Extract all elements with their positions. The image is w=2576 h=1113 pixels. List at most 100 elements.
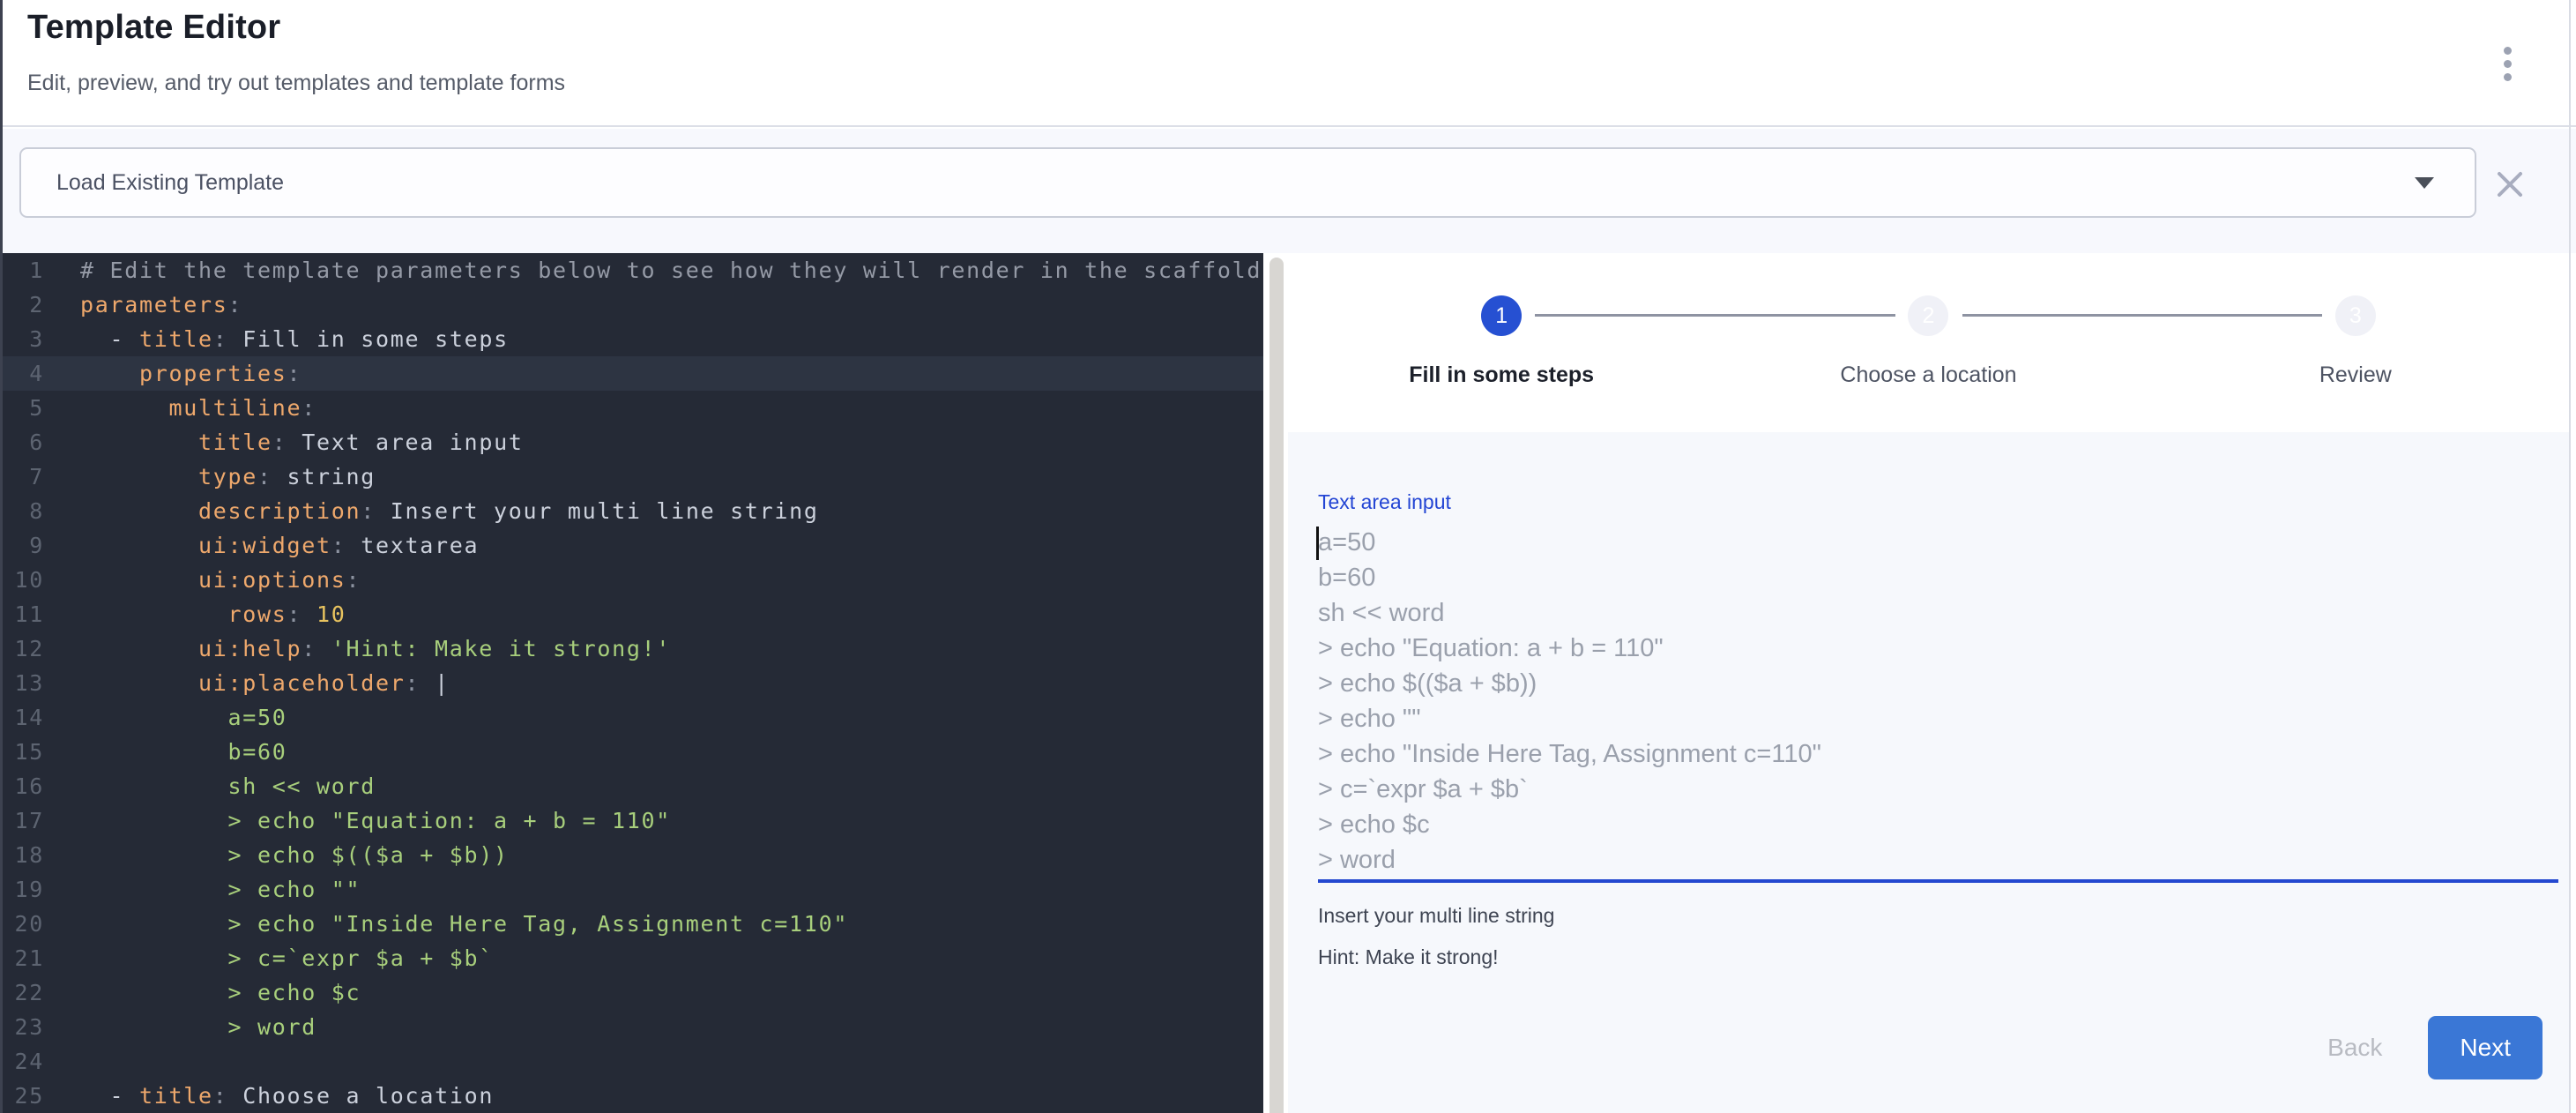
line-number: 15	[3, 735, 52, 769]
textarea-wrap	[1318, 525, 2558, 883]
line-number: 14	[3, 700, 52, 735]
code-line[interactable]: 20 > echo "Inside Here Tag, Assignment c…	[3, 907, 1263, 941]
line-number: 11	[3, 597, 52, 631]
line-number: 1	[3, 253, 52, 288]
code-line[interactable]: 24	[3, 1044, 1263, 1079]
code-line-text: properties:	[52, 356, 302, 391]
code-line[interactable]: 19 > echo ""	[3, 872, 1263, 907]
step-review[interactable]: 3 Review	[2142, 285, 2569, 388]
code-line-text: sh << word	[52, 769, 376, 803]
step-circle-1: 1	[1481, 295, 1522, 336]
line-number: 8	[3, 494, 52, 528]
code-line-text: multiline:	[52, 391, 316, 425]
code-lines: 1# Edit the template parameters below to…	[3, 253, 1263, 1113]
line-number: 25	[3, 1079, 52, 1113]
code-line[interactable]: 18 > echo $(($a + $b))	[3, 838, 1263, 872]
code-line-text: > word	[52, 1010, 316, 1044]
code-line-text: > echo "Equation: a + b = 110"	[52, 803, 671, 838]
code-line-text: b=60	[52, 735, 287, 769]
wizard-actions: Back Next	[2303, 1016, 2542, 1079]
step-choose-a-location[interactable]: 2 Choose a location	[1715, 285, 2141, 388]
back-button[interactable]: Back	[2303, 1018, 2407, 1078]
code-line[interactable]: 9 ui:widget: textarea	[3, 528, 1263, 563]
code-line[interactable]: 13 ui:placeholder: |	[3, 666, 1263, 700]
code-line[interactable]: 14 a=50	[3, 700, 1263, 735]
line-number: 3	[3, 322, 52, 356]
field-description: Insert your multi line string	[1318, 904, 2558, 928]
kebab-menu-icon[interactable]	[2490, 42, 2525, 85]
code-line[interactable]: 12 ui:help: 'Hint: Make it strong!'	[3, 631, 1263, 666]
line-number: 10	[3, 563, 52, 597]
code-line[interactable]: 15 b=60	[3, 735, 1263, 769]
main-content: 1# Edit the template parameters below to…	[3, 253, 2576, 1113]
line-number: 13	[3, 666, 52, 700]
page-right-border	[2569, 0, 2571, 1113]
editor-scrollbar	[1263, 253, 1288, 1113]
line-number: 24	[3, 1044, 52, 1079]
code-line-text: ui:placeholder: |	[52, 666, 450, 700]
code-line-text: description: Insert your multi line stri…	[52, 494, 819, 528]
code-line[interactable]: 10 ui:options:	[3, 563, 1263, 597]
code-line-text: > echo "Inside Here Tag, Assignment c=11…	[52, 907, 848, 941]
code-line-text	[52, 1044, 80, 1079]
code-line[interactable]: 25 - title: Choose a location	[3, 1079, 1263, 1113]
code-line[interactable]: 8 description: Insert your multi line st…	[3, 494, 1263, 528]
line-number: 12	[3, 631, 52, 666]
code-line-text: - title: Fill in some steps	[52, 322, 509, 356]
code-line-text: ui:options:	[52, 563, 361, 597]
line-number: 22	[3, 975, 52, 1010]
line-number: 19	[3, 872, 52, 907]
line-number: 16	[3, 769, 52, 803]
code-line-text: ui:widget: textarea	[52, 528, 479, 563]
line-number: 21	[3, 941, 52, 975]
line-number: 20	[3, 907, 52, 941]
caret-down-icon	[2415, 177, 2434, 189]
step-circle-2: 2	[1908, 295, 1948, 336]
field-label: Text area input	[1318, 490, 2558, 514]
step-label-1: Fill in some steps	[1409, 362, 1594, 388]
page-title: Template Editor	[27, 9, 280, 47]
code-line[interactable]: 17 > echo "Equation: a + b = 110"	[3, 803, 1263, 838]
text-cursor	[1316, 527, 1319, 560]
code-line-text: a=50	[52, 700, 287, 735]
code-line[interactable]: 1# Edit the template parameters below to…	[3, 253, 1263, 288]
header: Template Editor Edit, preview, and try o…	[3, 0, 2576, 127]
toolbar: Load Existing Template	[3, 129, 2576, 253]
code-line[interactable]: 23 > word	[3, 1010, 1263, 1044]
multiline-textarea[interactable]	[1318, 525, 2558, 879]
code-line-text: title: Text area input	[52, 425, 524, 459]
line-number: 7	[3, 459, 52, 494]
line-number: 23	[3, 1010, 52, 1044]
step-connector	[1962, 314, 2322, 317]
code-line[interactable]: 11 rows: 10	[3, 597, 1263, 631]
code-line-text: > c=`expr $a + $b`	[52, 941, 494, 975]
code-line[interactable]: 6 title: Text area input	[3, 425, 1263, 459]
load-template-select-value: Load Existing Template	[56, 170, 2415, 196]
step-label-2: Choose a location	[1840, 362, 2016, 388]
scrollbar-thumb[interactable]	[1269, 258, 1284, 1113]
page-subtitle: Edit, preview, and try out templates and…	[27, 71, 565, 96]
code-line-text: parameters:	[52, 288, 242, 322]
code-line[interactable]: 21 > c=`expr $a + $b`	[3, 941, 1263, 975]
step-fill-in-some-steps[interactable]: 1 Fill in some steps	[1288, 285, 1715, 388]
next-button[interactable]: Next	[2428, 1016, 2542, 1079]
load-template-select[interactable]: Load Existing Template	[19, 147, 2476, 218]
code-line-text: > echo $c	[52, 975, 361, 1010]
code-line[interactable]: 5 multiline:	[3, 391, 1263, 425]
code-line[interactable]: 3 - title: Fill in some steps	[3, 322, 1263, 356]
step-connector	[1535, 314, 1895, 317]
code-line-text: rows: 10	[52, 597, 346, 631]
code-line[interactable]: 4 properties:	[3, 356, 1263, 391]
yaml-code-editor[interactable]: 1# Edit the template parameters below to…	[3, 253, 1263, 1113]
code-line-text: > echo ""	[52, 872, 361, 907]
code-line-text: > echo $(($a + $b))	[52, 838, 509, 872]
code-line[interactable]: 16 sh << word	[3, 769, 1263, 803]
code-line[interactable]: 2parameters:	[3, 288, 1263, 322]
template-preview-panel: 1 Fill in some steps 2 Choose a location…	[1288, 253, 2576, 1113]
code-line[interactable]: 7 type: string	[3, 459, 1263, 494]
template-editor-page: Template Editor Edit, preview, and try o…	[0, 0, 2576, 1113]
line-number: 9	[3, 528, 52, 563]
close-icon[interactable]	[2495, 169, 2525, 199]
step-circle-3: 3	[2335, 295, 2376, 336]
code-line[interactable]: 22 > echo $c	[3, 975, 1263, 1010]
